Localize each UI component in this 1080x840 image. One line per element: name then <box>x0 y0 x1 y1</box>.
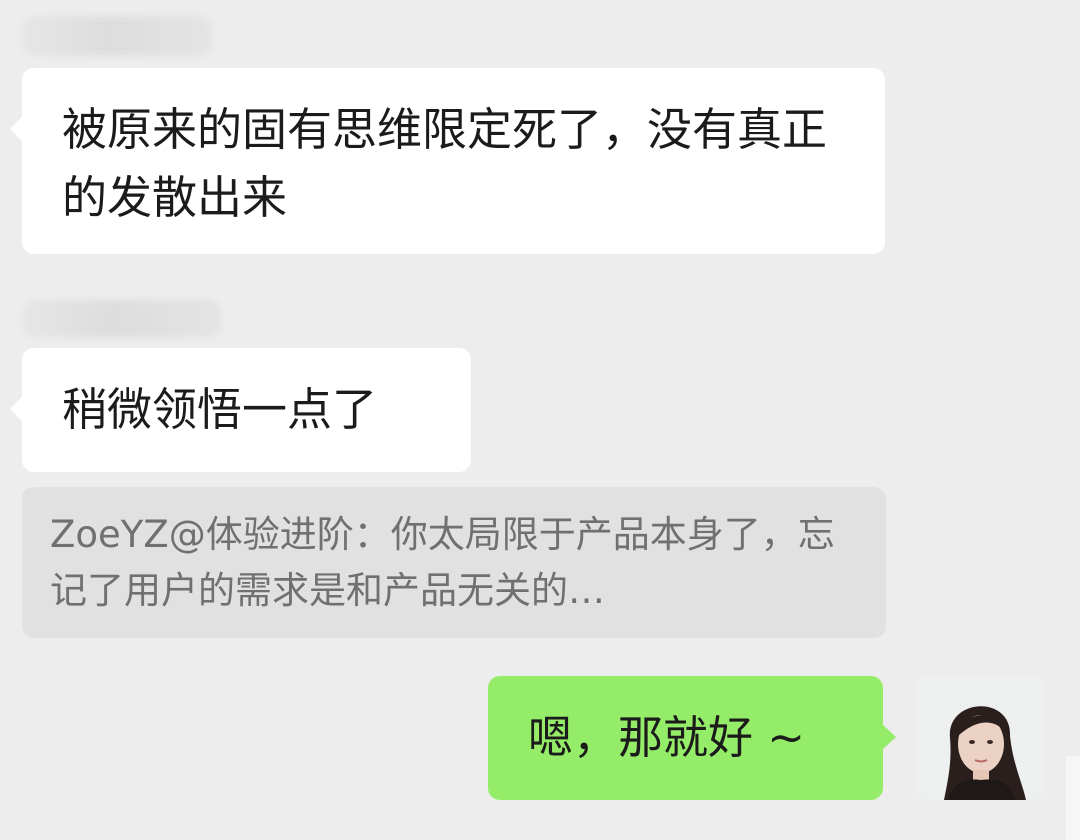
blurred-sender-name <box>22 16 212 56</box>
quoted-text: ZoeYZ@体验进阶：你太局限于产品本身了，忘记了用户的需求是和产品无关的… <box>50 513 835 612</box>
blurred-sender-name <box>22 300 222 338</box>
message-text: 被原来的固有思维限定死了，没有真正的发散出来 <box>62 103 828 224</box>
incoming-message-bubble[interactable]: 稍微领悟一点了 <box>10 348 471 472</box>
quoted-reply-preview[interactable]: ZoeYZ@体验进阶：你太局限于产品本身了，忘记了用户的需求是和产品无关的… <box>22 487 886 638</box>
edge-strip <box>1066 756 1080 840</box>
message-text: 稍微领悟一点了 <box>62 383 378 436</box>
outgoing-message-bubble[interactable]: 嗯，那就好 ~ <box>488 676 896 800</box>
avatar-portrait <box>918 676 1042 800</box>
message-text: 嗯，那就好 ~ <box>528 711 806 764</box>
user-avatar-icon[interactable] <box>918 676 1042 800</box>
incoming-message-bubble[interactable]: 被原来的固有思维限定死了，没有真正的发散出来 <box>10 68 885 254</box>
